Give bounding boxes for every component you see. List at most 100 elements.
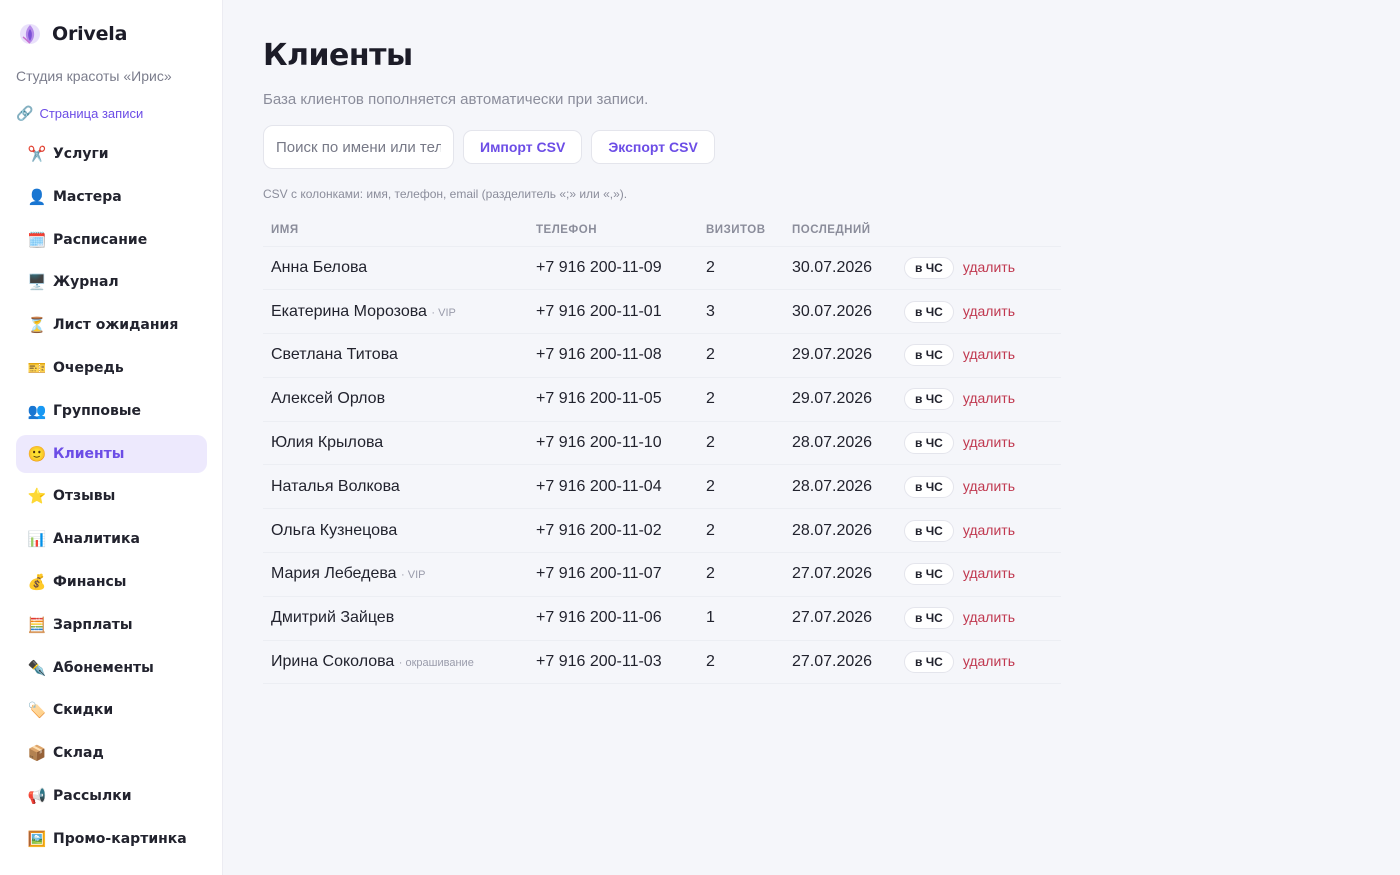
sidebar-item-4[interactable]: ⏳ Лист ожидания (16, 306, 207, 344)
sidebar-item-label: Клиенты (53, 445, 125, 462)
client-phone: +7 916 200-11-06 (528, 596, 698, 641)
table-row: Ольга Кузнецова +7 916 200-11-02 2 28.07.2… (263, 508, 1061, 554)
row-actions: в ЧС удалить (896, 421, 1061, 466)
client-name: Ольга Кузнецова (271, 521, 398, 539)
sidebar-item-7[interactable]: 🙂 Клиенты (16, 434, 207, 473)
ticket-icon: 🎫 (27, 358, 47, 377)
label-icon: 🏷️ (27, 701, 47, 720)
row-actions: в ЧС удалить (896, 552, 1061, 597)
client-name: Дмитрий Зайцев (271, 609, 395, 627)
table-row: Дмитрий Зайцев +7 916 200-11-06 1 27.07.20… (263, 596, 1061, 641)
client-visits: 1 (698, 596, 784, 641)
clients-table: ИМЯ ТЕЛЕФОН ВИЗИТОВ ПОСЛЕДНИЙ Анна Белов… (263, 214, 1061, 685)
abacus-icon: 🧮 (27, 615, 47, 634)
client-name-cell: Мария Лебедева · VIP (263, 552, 528, 597)
row-actions: в ЧС удалить (896, 640, 1061, 685)
delete-link[interactable]: удалить (963, 609, 1015, 625)
sidebar-item-label: Очередь (53, 359, 124, 376)
delete-link[interactable]: удалить (963, 434, 1015, 450)
header-visits: ВИЗИТОВ (698, 214, 784, 247)
sidebar-item-13[interactable]: 🏷️ Скидки (16, 691, 207, 729)
client-visits: 2 (698, 552, 784, 597)
client-name-cell: Наталья Волкова (263, 464, 528, 510)
delete-link[interactable]: удалить (963, 346, 1015, 362)
blacklist-button[interactable]: в ЧС (904, 519, 954, 542)
blacklist-button[interactable]: в ЧС (904, 651, 954, 674)
monitor-icon: 🖥️ (27, 273, 47, 292)
client-visits: 2 (698, 333, 784, 378)
sidebar-item-label: Склад (53, 745, 104, 762)
import-csv-button[interactable]: Импорт CSV (463, 130, 583, 164)
star-icon: ⭐ (27, 487, 47, 506)
client-visits: 2 (698, 377, 784, 422)
sidebar-item-0[interactable]: ✂️ Услуги (16, 135, 207, 173)
blacklist-button[interactable]: в ЧС (904, 432, 954, 455)
sidebar-item-9[interactable]: 📊 Аналитика (16, 520, 207, 558)
sidebar-item-label: Финансы (53, 573, 127, 590)
client-visits: 2 (698, 246, 784, 291)
delete-link[interactable]: удалить (963, 390, 1015, 406)
table-row: Ирина Соколова · окрашивание +7 916 200-1… (263, 640, 1061, 685)
delete-link[interactable]: удалить (963, 565, 1015, 581)
sidebar-item-8[interactable]: ⭐ Отзывы (16, 477, 207, 515)
blacklist-button[interactable]: в ЧС (904, 563, 954, 586)
blacklist-button[interactable]: в ЧС (904, 300, 954, 323)
client-name: Екатерина Морозова (271, 302, 427, 320)
client-visits: 2 (698, 421, 784, 466)
delete-link[interactable]: удалить (963, 522, 1015, 538)
brand[interactable]: Orivela (18, 22, 127, 46)
sidebar-item-label: Отзывы (53, 488, 116, 505)
search-input[interactable] (263, 125, 454, 169)
sidebar-item-10[interactable]: 💰 Финансы (16, 563, 207, 601)
box-icon: 📦 (27, 744, 47, 763)
booking-page-link[interactable]: 🔗 Страница записи (16, 105, 143, 122)
delete-link[interactable]: удалить (963, 259, 1015, 275)
blacklist-button[interactable]: в ЧС (904, 388, 954, 411)
client-last-visit: 28.07.2026 (784, 508, 896, 554)
client-phone: +7 916 200-11-07 (528, 552, 698, 597)
sidebar-item-2[interactable]: 🗓️ Расписание (16, 221, 207, 259)
sidebar-item-label: Мастера (53, 188, 122, 205)
client-name-cell: Екатерина Морозова · VIP (263, 289, 528, 335)
row-actions: в ЧС удалить (896, 464, 1061, 510)
client-name: Юлия Крылова (271, 434, 384, 452)
sidebar-item-3[interactable]: 🖥️ Журнал (16, 263, 207, 301)
group-icon: 👥 (27, 401, 47, 420)
blacklist-button[interactable]: в ЧС (904, 607, 954, 630)
sidebar-item-16[interactable]: 🖼️ Промо-картинка (16, 820, 207, 858)
blacklist-button[interactable]: в ЧС (904, 475, 954, 498)
sidebar-item-11[interactable]: 🧮 Зарплаты (16, 606, 207, 644)
booking-link-label: Страница записи (39, 106, 144, 121)
sidebar-item-label: Лист ожидания (53, 317, 179, 334)
row-actions: в ЧС удалить (896, 508, 1061, 554)
header-name: ИМЯ (263, 214, 528, 247)
blacklist-button[interactable]: в ЧС (904, 344, 954, 367)
client-name: Мария Лебедева (271, 565, 397, 583)
sidebar-item-14[interactable]: 📦 Склад (16, 734, 207, 772)
delete-link[interactable]: удалить (963, 653, 1015, 669)
client-last-visit: 28.07.2026 (784, 464, 896, 510)
sidebar-item-label: Абонементы (53, 659, 154, 676)
page-subtitle: База клиентов пополняется автоматически … (263, 91, 649, 108)
sidebar-item-label: Скидки (53, 702, 114, 719)
export-csv-button[interactable]: Экспорт CSV (591, 130, 715, 164)
client-tag: · окрашивание (398, 657, 474, 670)
sidebar-item-6[interactable]: 👥 Групповые (16, 392, 207, 430)
scissors-icon: ✂️ (27, 145, 47, 163)
client-last-visit: 27.07.2026 (784, 640, 896, 685)
row-actions: в ЧС удалить (896, 289, 1061, 335)
money-bag-icon: 💰 (27, 572, 47, 591)
client-phone: +7 916 200-11-01 (528, 289, 698, 335)
sidebar-item-12[interactable]: ✒️ Абонементы (16, 649, 207, 687)
delete-link[interactable]: удалить (963, 303, 1015, 319)
blacklist-button[interactable]: в ЧС (904, 256, 954, 279)
sidebar-item-15[interactable]: 📢 Рассылки (16, 777, 207, 815)
client-last-visit: 30.07.2026 (784, 246, 896, 291)
client-visits: 2 (698, 640, 784, 685)
table-row: Анна Белова +7 916 200-11-09 2 30.07.2026 в… (263, 246, 1061, 291)
delete-link[interactable]: удалить (963, 478, 1015, 494)
client-name: Алексей Орлов (271, 390, 386, 408)
sidebar-item-5[interactable]: 🎫 Очередь (16, 349, 207, 387)
client-visits: 2 (698, 464, 784, 510)
sidebar-item-1[interactable]: 👤 Мастера (16, 178, 207, 216)
